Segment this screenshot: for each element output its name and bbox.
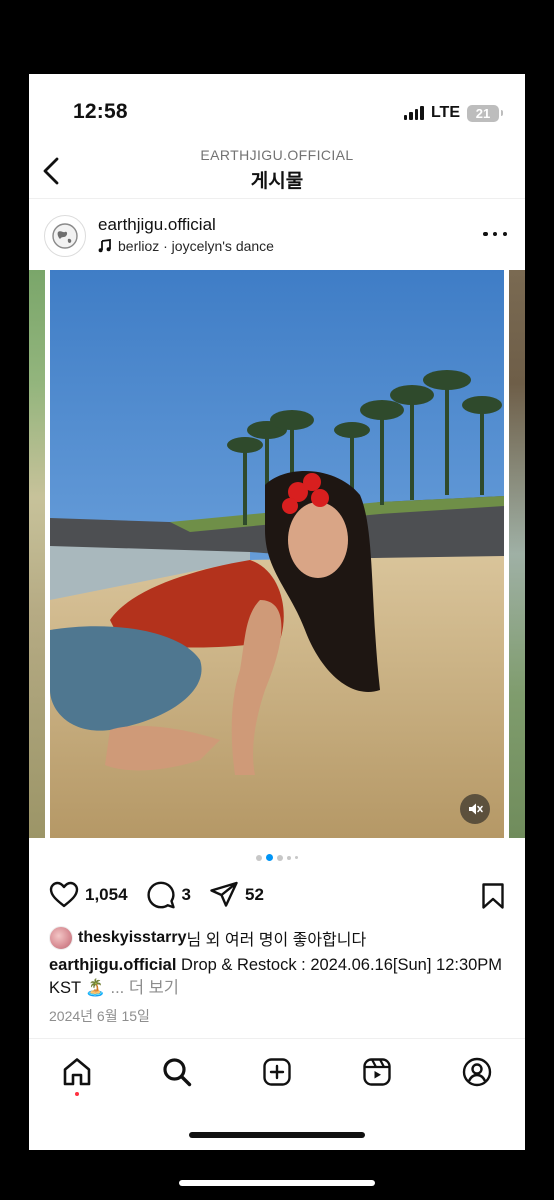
post-actions: 1,054 3 52 <box>49 878 505 912</box>
tab-home[interactable] <box>59 1054 95 1096</box>
more-dot <box>483 231 488 237</box>
beach-photo-illustration <box>50 270 504 838</box>
comment-count: 3 <box>181 885 192 904</box>
home-indicator <box>189 1132 365 1138</box>
post-username[interactable]: earthjigu.official <box>98 215 216 235</box>
carousel-dot <box>287 855 291 860</box>
music-attribution[interactable]: berlioz · joycelyn's dance <box>98 238 274 254</box>
save-button[interactable] <box>481 882 505 915</box>
add-square-icon <box>263 1058 291 1086</box>
mute-toggle-button[interactable] <box>460 794 490 824</box>
like-button[interactable]: 1,054 <box>49 881 128 909</box>
music-label: berlioz · joycelyn's dance <box>118 238 274 254</box>
caption-username[interactable]: earthjigu.official <box>49 956 176 974</box>
heart-icon <box>49 881 79 908</box>
profile-icon <box>462 1057 492 1087</box>
carousel-dot <box>277 854 283 861</box>
battery-icon: 21 <box>467 104 503 122</box>
search-icon <box>163 1058 192 1087</box>
header-account-name: EARTHJIGU.OFFICIAL <box>200 147 354 163</box>
more-dot <box>502 231 507 237</box>
app-screen: 12:58 LTE 21 EARTHJIGU.OFFICIAL 게시물 eart… <box>29 74 525 1150</box>
more-options-button[interactable] <box>483 224 507 244</box>
post-photo[interactable] <box>50 270 504 838</box>
outer-home-indicator <box>179 1180 375 1186</box>
share-button[interactable]: 52 <box>209 880 264 910</box>
tab-profile[interactable] <box>459 1054 495 1090</box>
post-caption: earthjigu.official Drop & Restock : 2024… <box>49 954 505 1000</box>
share-count: 52 <box>245 885 264 904</box>
caption-more-link[interactable]: ... 더 보기 <box>111 979 179 997</box>
comment-button[interactable]: 3 <box>146 880 191 910</box>
header-divider <box>29 198 525 199</box>
comment-icon <box>146 881 175 909</box>
nav-divider <box>29 1038 525 1039</box>
tab-reels[interactable] <box>359 1054 395 1090</box>
signal-icon <box>403 106 424 120</box>
next-slide-peek[interactable] <box>509 270 525 838</box>
tab-search[interactable] <box>159 1054 195 1090</box>
status-indicators: LTE 21 <box>403 104 503 122</box>
page-title: 게시물 <box>250 171 304 192</box>
more-dot <box>492 231 498 237</box>
avatar[interactable] <box>44 215 86 257</box>
network-type: LTE <box>430 104 460 121</box>
status-time: 12:58 <box>73 100 128 123</box>
tab-create[interactable] <box>259 1054 295 1090</box>
liked-by-text: 님 외 여러 명이 좋아합니다 <box>186 932 367 949</box>
like-count: 1,054 <box>85 885 128 904</box>
previous-slide-peek[interactable] <box>29 270 45 838</box>
music-note-icon <box>98 239 111 253</box>
liker-avatar <box>49 926 73 950</box>
home-icon <box>63 1058 91 1086</box>
reels-icon <box>363 1058 391 1086</box>
post-date: 2024년 6월 15일 <box>49 1008 150 1024</box>
carousel-dot <box>295 856 298 859</box>
carousel-dot-active <box>266 854 273 861</box>
paper-plane-icon <box>210 881 238 907</box>
liker-username[interactable]: theskyisstarry <box>78 929 187 947</box>
liked-by-line[interactable]: theskyisstarry 님 외 여러 명이 좋아합니다 <box>49 926 366 950</box>
notification-dot <box>75 1092 79 1096</box>
carousel-indicator <box>29 854 525 861</box>
globe-logo-icon <box>52 223 78 249</box>
carousel-dot <box>256 854 262 861</box>
bottom-tab-bar <box>59 1054 495 1096</box>
bookmark-icon <box>482 883 504 909</box>
speaker-muted-icon <box>469 803 483 815</box>
